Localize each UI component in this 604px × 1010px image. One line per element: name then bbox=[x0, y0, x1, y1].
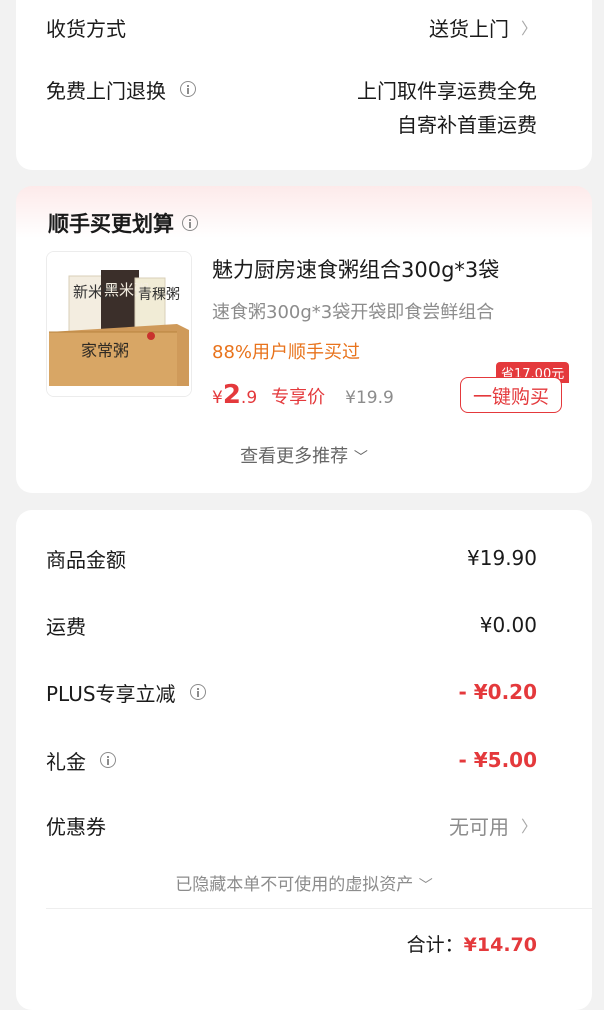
info-icon[interactable] bbox=[182, 215, 198, 231]
product-name[interactable]: 魅力厨房速食粥组合300g*3袋 bbox=[212, 254, 499, 284]
price-summary-card: 商品金额 ¥19.90 运费 ¥0.00 PLUS专享立减 - ¥0.20 礼金… bbox=[16, 510, 592, 1010]
info-icon[interactable] bbox=[180, 81, 196, 97]
product-price: ¥ 2 .9 专享价 ¥19.9 bbox=[212, 380, 394, 410]
summary-value-coupon-wrap[interactable]: 无可用 〉 bbox=[449, 811, 537, 840]
summary-label-plus-wrap: PLUS专享立减 bbox=[46, 678, 206, 707]
free-return-line1: 上门取件享运费全免 bbox=[357, 79, 537, 103]
price-decimal: .9 bbox=[240, 388, 258, 408]
summary-label-shipping: 运费 bbox=[46, 614, 86, 639]
chevron-down-icon: ﹀ bbox=[353, 450, 368, 466]
free-return-line2: 自寄补首重运费 bbox=[397, 113, 537, 137]
summary-row-gift: 礼金 - ¥5.00 bbox=[46, 745, 537, 775]
summary-row-goods: 商品金额 ¥19.90 bbox=[46, 543, 537, 573]
info-icon[interactable] bbox=[100, 752, 116, 768]
delivery-method-value-wrap[interactable]: 送货上门 〉 bbox=[429, 13, 537, 42]
summary-value-shipping: ¥0.00 bbox=[479, 613, 537, 637]
price-symbol: ¥ bbox=[212, 388, 223, 408]
delivery-method-label: 收货方式 bbox=[46, 16, 126, 41]
bag-text-3: 青稞粥 bbox=[138, 286, 180, 303]
recommend-title: 顺手买更划算 bbox=[48, 212, 174, 236]
product-tag: 88%用户顺手买过 bbox=[212, 342, 361, 363]
product-desc: 速食粥300g*3袋开袋即食尝鲜组合 bbox=[212, 302, 495, 323]
price-integer: 2 bbox=[222, 380, 241, 410]
chevron-down-icon: ﹀ bbox=[418, 878, 433, 894]
info-icon[interactable] bbox=[189, 684, 206, 700]
one-click-buy-button[interactable]: 一键购买 bbox=[460, 377, 562, 413]
more-recommend-link[interactable]: 查看更多推荐 ﹀ bbox=[16, 442, 592, 468]
summary-label-coupon: 优惠券 bbox=[46, 814, 106, 839]
product-image[interactable]: 新米粥 黑米粥 青稞粥 家常粥 bbox=[46, 251, 192, 397]
more-recommend-label: 查看更多推荐 bbox=[240, 446, 349, 467]
total-value: ¥14.70 bbox=[463, 934, 537, 956]
hidden-assets-toggle[interactable]: 已隐藏本单不可使用的虚拟资产 ﹀ bbox=[16, 870, 592, 895]
summary-value-gift: - ¥5.00 bbox=[458, 748, 537, 772]
divider bbox=[46, 908, 592, 909]
summary-label-plus: PLUS专享立减 bbox=[46, 681, 176, 706]
chevron-right-icon: 〉 bbox=[520, 817, 537, 836]
delivery-method-row[interactable]: 收货方式 送货上门 〉 bbox=[46, 12, 537, 42]
summary-row-coupon[interactable]: 优惠券 无可用 〉 bbox=[46, 810, 537, 840]
summary-value-coupon: 无可用 bbox=[448, 814, 509, 839]
chevron-right-icon: 〉 bbox=[520, 19, 537, 38]
delivery-method-value: 送货上门 bbox=[428, 16, 509, 41]
free-return-label-wrap: 免费上门退换 bbox=[46, 74, 196, 104]
box-text: 家常粥 bbox=[81, 341, 129, 360]
summary-row-shipping: 运费 ¥0.00 bbox=[46, 610, 537, 640]
free-return-value: 上门取件享运费全免 自寄补首重运费 bbox=[357, 74, 537, 142]
total-label: 合计： bbox=[406, 934, 464, 956]
delivery-card: 收货方式 送货上门 〉 免费上门退换 上门取件享运费全免 自寄补首重运费 bbox=[16, 0, 592, 170]
original-price: ¥19.9 bbox=[345, 388, 394, 408]
free-return-label: 免费上门退换 bbox=[46, 78, 166, 103]
summary-label-gift-wrap: 礼金 bbox=[46, 746, 116, 775]
price-tag: 专享价 bbox=[271, 387, 326, 408]
summary-value-plus: - ¥0.20 bbox=[458, 680, 537, 704]
recommend-card: 顺手买更划算 新米粥 黑米粥 青稞粥 家常粥 魅力厨房速食粥组合300g*3袋 … bbox=[16, 186, 592, 493]
summary-value-goods: ¥19.90 bbox=[467, 546, 537, 570]
summary-label-gift: 礼金 bbox=[46, 749, 86, 774]
summary-label-goods: 商品金额 bbox=[46, 547, 126, 572]
hidden-assets-label: 已隐藏本单不可使用的虚拟资产 bbox=[175, 875, 414, 895]
summary-row-plus: PLUS专享立减 - ¥0.20 bbox=[46, 677, 537, 707]
product-image-graphic: 新米粥 黑米粥 青稞粥 家常粥 bbox=[47, 252, 191, 396]
order-total: 合计： ¥14.70 bbox=[407, 930, 537, 957]
recommend-title-wrap: 顺手买更划算 bbox=[48, 208, 198, 238]
